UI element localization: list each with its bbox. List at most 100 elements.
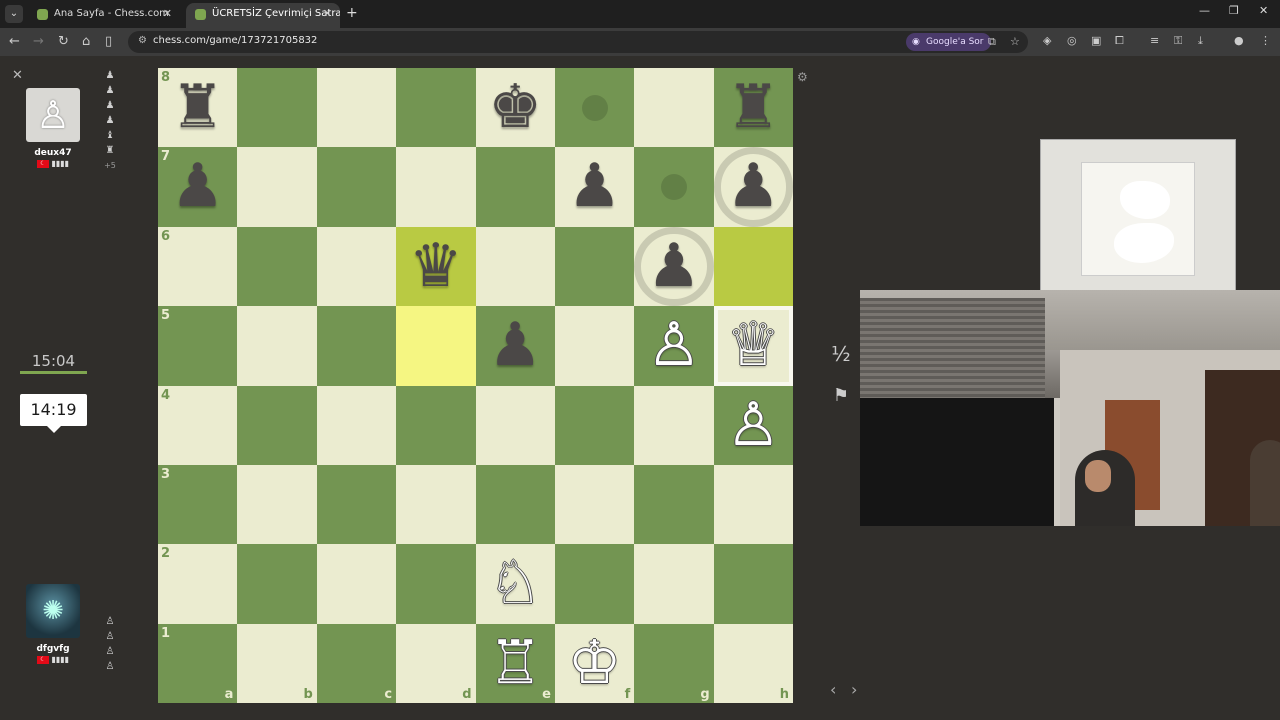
extensions-puzzle-icon[interactable]: ⧠ [1115, 34, 1124, 48]
piece-e5[interactable]: ♟ [476, 306, 555, 385]
media-icon[interactable]: ≡ [1150, 34, 1159, 47]
square-h3[interactable] [713, 464, 794, 545]
square-g2[interactable] [634, 544, 714, 624]
piece-e2[interactable]: ♘ [476, 544, 555, 623]
previous-move-button[interactable]: ‹ [830, 680, 836, 699]
piece-g6[interactable]: ♟ [634, 227, 713, 306]
offer-draw-button[interactable]: ½ [826, 340, 856, 368]
avatar[interactable]: ♙ [26, 88, 80, 142]
square-b7[interactable] [237, 147, 317, 227]
square-d8[interactable] [396, 68, 476, 148]
legal-move-dot[interactable] [581, 94, 608, 121]
password-icon[interactable]: ⚿ [1174, 34, 1182, 48]
extension-icon[interactable]: ◈ [1043, 34, 1051, 47]
close-window-icon[interactable]: ✕ [1259, 4, 1268, 17]
piece-h8[interactable]: ♜ [714, 68, 793, 147]
board-settings-gear-icon[interactable]: ⚙ [797, 70, 808, 84]
square-c2[interactable] [316, 544, 397, 624]
piece-d6[interactable]: ♛ [396, 227, 475, 306]
square-a4[interactable]: 4 [158, 385, 238, 465]
square-c4[interactable] [316, 385, 397, 465]
close-sidebar-icon[interactable]: ✕ [12, 68, 23, 83]
square-g3[interactable] [634, 464, 714, 545]
square-b1[interactable]: b [237, 623, 317, 704]
piece-g5[interactable]: ♙ [634, 306, 713, 385]
square-c5[interactable] [316, 306, 397, 386]
piece-h4[interactable]: ♙ [714, 386, 793, 465]
tab-ana-sayfa[interactable]: Ana Sayfa - Chess.com ✕ [28, 3, 180, 28]
resign-button[interactable]: ⚑ [826, 382, 856, 410]
piece-f1[interactable]: ♔ [555, 624, 634, 703]
square-c1[interactable]: c [316, 623, 397, 704]
square-a1[interactable]: 1a [158, 623, 238, 704]
square-f6[interactable] [554, 226, 635, 307]
legal-move-dot[interactable] [660, 174, 687, 201]
address-bar[interactable]: ⚙ chess.com/game/173721705832 ◉ Google'a … [128, 31, 1028, 53]
piece-a7[interactable]: ♟ [158, 147, 237, 226]
piece-f7[interactable]: ♟ [555, 147, 634, 226]
square-c6[interactable] [316, 226, 397, 307]
square-e7[interactable] [475, 147, 555, 227]
square-b4[interactable] [237, 385, 317, 465]
square-a6[interactable]: 6 [158, 226, 238, 307]
restore-icon[interactable]: ❐ [1229, 4, 1239, 17]
square-h1[interactable]: h [713, 623, 794, 704]
new-tab-button[interactable]: + [346, 5, 358, 21]
site-info-icon[interactable]: ⚙ [138, 35, 147, 46]
square-e3[interactable] [475, 464, 555, 545]
square-d5[interactable] [396, 306, 476, 386]
close-tab-icon[interactable]: ✕ [323, 3, 332, 25]
square-d1[interactable]: d [396, 623, 476, 704]
install-app-icon[interactable]: ⧉ [988, 35, 996, 49]
square-a2[interactable]: 2 [158, 544, 238, 624]
square-f5[interactable] [554, 306, 635, 386]
square-a3[interactable]: 3 [158, 464, 238, 545]
bookmark-star-icon[interactable]: ☆ [1010, 35, 1020, 48]
square-h6[interactable] [713, 226, 794, 307]
square-d2[interactable] [396, 544, 476, 624]
piece-e1[interactable]: ♖ [476, 624, 555, 703]
square-b6[interactable] [237, 226, 317, 307]
square-f2[interactable] [554, 544, 635, 624]
tab-search-button[interactable]: ⌄ [5, 5, 23, 23]
square-g4[interactable] [634, 385, 714, 465]
square-f3[interactable] [554, 464, 635, 545]
avatar[interactable]: ✺ [26, 584, 80, 638]
close-tab-icon[interactable]: ✕ [163, 3, 172, 25]
square-e6[interactable] [475, 226, 555, 307]
minimize-icon[interactable]: — [1199, 4, 1210, 17]
square-h2[interactable] [713, 544, 794, 624]
extension-icon[interactable]: ▣ [1091, 34, 1101, 47]
chess-board[interactable]: 8 7 6 5 4 3 2 1 a b c d e f g h ♜ ♚ ♜ ♟ ♟ ♟ ♛ ♟ ♟ ♙ ♕ ♙ ♘ ♖ ♔ [158, 68, 794, 704]
next-move-button[interactable]: › [851, 680, 857, 699]
square-e4[interactable] [475, 385, 555, 465]
profile-icon[interactable]: ● [1234, 34, 1244, 47]
square-a5[interactable]: 5 [158, 306, 238, 386]
square-b3[interactable] [237, 464, 317, 545]
menu-icon[interactable]: ⋮ [1260, 34, 1271, 47]
tab-game[interactable]: ÜCRETSİZ Çevrimiçi Satranç Oy ✕ [186, 3, 340, 28]
forward-icon[interactable]: → [33, 33, 44, 51]
square-b5[interactable] [237, 306, 317, 386]
sidebar-icon[interactable]: ▯ [105, 33, 112, 51]
square-c7[interactable] [316, 147, 397, 227]
google-lens-button[interactable]: ◉ Google'a Sor [906, 33, 991, 51]
back-icon[interactable]: ← [9, 33, 20, 51]
extension-icon[interactable]: ◎ [1067, 34, 1077, 47]
square-g1[interactable]: g [634, 623, 714, 704]
square-c3[interactable] [316, 464, 397, 545]
piece-e8[interactable]: ♚ [476, 68, 555, 147]
piece-h5[interactable]: ♕ [714, 306, 793, 385]
square-b2[interactable] [237, 544, 317, 624]
square-d3[interactable] [396, 464, 476, 545]
square-b8[interactable] [237, 68, 317, 148]
home-icon[interactable]: ⌂ [82, 33, 90, 51]
square-d4[interactable] [396, 385, 476, 465]
download-icon[interactable]: ⤓ [1198, 34, 1203, 48]
square-c8[interactable] [316, 68, 397, 148]
bottom-player-name[interactable]: dfgvfg [26, 644, 80, 654]
piece-a8[interactable]: ♜ [158, 68, 237, 147]
piece-h7[interactable]: ♟ [714, 147, 793, 226]
square-d7[interactable] [396, 147, 476, 227]
top-player-name[interactable]: deux47 [26, 148, 80, 158]
